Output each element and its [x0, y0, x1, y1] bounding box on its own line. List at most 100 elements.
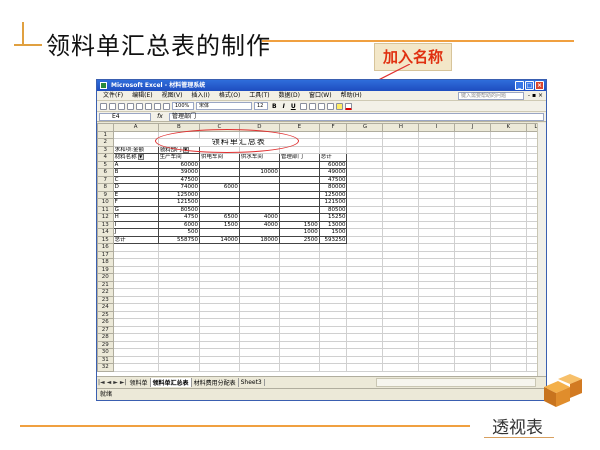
- pivot-value-cell[interactable]: 125000: [157, 190, 201, 199]
- cell-col-j[interactable]: [454, 310, 491, 319]
- pivot-value-cell[interactable]: 558750: [157, 235, 201, 244]
- cell-col-h[interactable]: [382, 190, 420, 199]
- cell-col-b[interactable]: [157, 333, 201, 342]
- cell-col-i[interactable]: [418, 355, 456, 364]
- pivot-value-cell[interactable]: 125000: [318, 190, 348, 199]
- pivot-value-cell[interactable]: [199, 168, 240, 177]
- row-header[interactable]: 19: [97, 265, 114, 274]
- cell-col-i[interactable]: [418, 288, 456, 297]
- cell-col-e[interactable]: [278, 363, 320, 372]
- cell-col-d[interactable]: [238, 145, 280, 154]
- cell-col-c[interactable]: [199, 288, 240, 297]
- cell-col-a[interactable]: [112, 310, 159, 319]
- cell-col-i[interactable]: [418, 175, 456, 184]
- cell-col-g[interactable]: [346, 243, 384, 252]
- pivot-value-cell[interactable]: [278, 190, 320, 199]
- menu-view[interactable]: 视图(V): [159, 91, 189, 101]
- column-header[interactable]: A: [112, 123, 159, 132]
- pivot-row-label[interactable]: I: [112, 220, 159, 229]
- cell-col-h[interactable]: [382, 295, 420, 304]
- pivot-value-cell[interactable]: [199, 198, 240, 207]
- cell-col-a[interactable]: [112, 258, 159, 267]
- cell-col-c[interactable]: [199, 348, 240, 357]
- cell-col-h[interactable]: [382, 138, 420, 147]
- cell-col-j[interactable]: [454, 265, 491, 274]
- pivot-row-label[interactable]: 总计: [112, 235, 159, 244]
- pivot-row-label[interactable]: F: [112, 198, 159, 207]
- cell-col-f[interactable]: [318, 288, 348, 297]
- cell-col-c[interactable]: [199, 145, 240, 154]
- menu-data[interactable]: 数据(D): [276, 91, 306, 101]
- cell-col-h[interactable]: [382, 340, 420, 349]
- cell-col-k[interactable]: [489, 235, 527, 244]
- cell-col-f[interactable]: [318, 250, 348, 259]
- cell-col-f[interactable]: [318, 280, 348, 289]
- cell-col-k[interactable]: [489, 310, 527, 319]
- copy-icon[interactable]: [145, 102, 152, 110]
- cell-col-f[interactable]: [318, 363, 348, 372]
- merge-center-icon[interactable]: [317, 102, 325, 110]
- cell-col-k[interactable]: [489, 258, 527, 267]
- pivot-value-cell[interactable]: 4750: [157, 213, 201, 222]
- column-header[interactable]: H: [382, 123, 420, 132]
- cell-col-b[interactable]: [157, 348, 201, 357]
- cell-col-g[interactable]: [346, 258, 384, 267]
- cell-col-k[interactable]: [489, 220, 527, 229]
- cell-col-i[interactable]: [418, 183, 456, 192]
- align-center-icon[interactable]: [308, 102, 316, 110]
- cell-col-j[interactable]: [454, 273, 491, 282]
- pivot-value-cell[interactable]: 4000: [238, 213, 280, 222]
- cell-col-j[interactable]: [454, 138, 491, 147]
- horizontal-scrollbar[interactable]: [376, 378, 536, 387]
- cell-col-g[interactable]: [346, 130, 384, 139]
- pivot-value-cell[interactable]: 2500: [278, 235, 320, 244]
- column-header[interactable]: I: [418, 123, 456, 132]
- cell-col-j[interactable]: [454, 340, 491, 349]
- pivot-value-cell[interactable]: 74000: [157, 183, 201, 192]
- cell-col-h[interactable]: [382, 168, 420, 177]
- cell-col-i[interactable]: [418, 228, 456, 237]
- pivot-row-label[interactable]: A: [112, 160, 159, 169]
- pivot-value-cell[interactable]: [199, 190, 240, 199]
- cell-col-k[interactable]: [489, 348, 527, 357]
- cell-col-g[interactable]: [346, 280, 384, 289]
- cell-col-g[interactable]: [346, 288, 384, 297]
- cell-col-j[interactable]: [454, 228, 491, 237]
- cell-col-j[interactable]: [454, 348, 491, 357]
- cell-col-k[interactable]: [489, 265, 527, 274]
- pivot-value-cell[interactable]: [199, 160, 240, 169]
- row-header[interactable]: 14: [97, 228, 114, 237]
- cut-icon[interactable]: [136, 102, 143, 110]
- cell-col-k[interactable]: [489, 183, 527, 192]
- row-header[interactable]: 18: [97, 258, 114, 267]
- cell-col-j[interactable]: [454, 220, 491, 229]
- pivot-value-cell[interactable]: [278, 183, 320, 192]
- cell-col-c[interactable]: [199, 250, 240, 259]
- pivot-page-field[interactable]: 领料部门 ▼: [157, 145, 201, 154]
- pivot-row-label[interactable]: J: [112, 228, 159, 237]
- column-header[interactable]: J: [454, 123, 491, 132]
- cell-col-g[interactable]: [346, 205, 384, 214]
- cell-col-d[interactable]: [238, 258, 280, 267]
- cell-col-i[interactable]: [418, 130, 456, 139]
- cell-col-h[interactable]: [382, 310, 420, 319]
- cell-col-e[interactable]: [278, 318, 320, 327]
- cell-col-h[interactable]: [382, 160, 420, 169]
- pivot-value-cell[interactable]: 15250: [318, 213, 348, 222]
- cell-col-a[interactable]: [112, 355, 159, 364]
- cell-col-a[interactable]: [112, 273, 159, 282]
- tab-last-icon[interactable]: ►|: [119, 379, 128, 386]
- column-header[interactable]: G: [346, 123, 384, 132]
- cell-col-j[interactable]: [454, 130, 491, 139]
- pivot-value-cell[interactable]: 1500: [278, 220, 320, 229]
- cell-col-g[interactable]: [346, 355, 384, 364]
- cell-col-k[interactable]: [489, 153, 527, 162]
- row-field-dropdown-icon[interactable]: ▼: [137, 154, 144, 160]
- cell-col-e[interactable]: [278, 130, 320, 139]
- row-header[interactable]: 29: [97, 340, 114, 349]
- pivot-row-label[interactable]: C: [112, 175, 159, 184]
- pivot-header-cell[interactable]: 总计: [318, 153, 348, 162]
- cell-col-h[interactable]: [382, 228, 420, 237]
- row-header[interactable]: 32: [97, 363, 114, 372]
- cell-col-d[interactable]: [238, 273, 280, 282]
